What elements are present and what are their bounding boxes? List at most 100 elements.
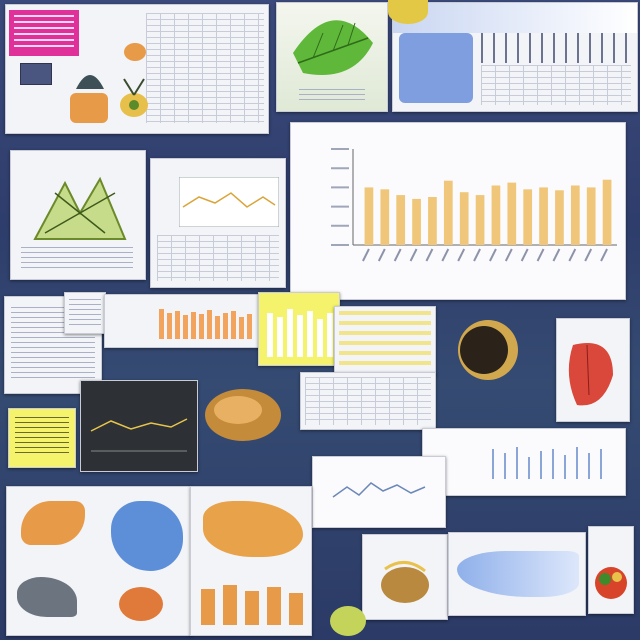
table-block bbox=[305, 377, 431, 425]
x-tick-label bbox=[441, 248, 450, 262]
panel-table-center bbox=[334, 306, 436, 376]
bar-chart bbox=[331, 148, 617, 262]
fruit-icon bbox=[76, 75, 104, 89]
panel-bottom-blue bbox=[448, 532, 586, 616]
mini-bar-chart bbox=[159, 309, 252, 339]
mini-column-plot bbox=[492, 447, 602, 479]
grey-shape bbox=[17, 577, 77, 617]
plant-icon bbox=[120, 78, 148, 117]
panel-table-right bbox=[300, 372, 436, 430]
bar bbox=[523, 189, 533, 245]
bar bbox=[412, 198, 421, 245]
x-tick-label bbox=[552, 248, 561, 262]
panel-bottom-fruit bbox=[588, 526, 634, 614]
x-tick-label bbox=[584, 248, 593, 262]
blue-wave bbox=[457, 551, 579, 597]
wave-plot bbox=[332, 482, 426, 498]
text-block bbox=[69, 299, 101, 327]
x-tick-label bbox=[536, 248, 545, 262]
orange-shape-2 bbox=[119, 587, 163, 621]
panel-yellow-chart bbox=[258, 292, 340, 366]
bar bbox=[428, 197, 437, 245]
caption-lines bbox=[299, 89, 365, 103]
x-tick-label bbox=[504, 248, 513, 262]
collage-canvas bbox=[0, 0, 640, 640]
device-icon bbox=[20, 63, 52, 85]
bar bbox=[507, 182, 517, 245]
bar bbox=[491, 185, 501, 245]
mini-bar bbox=[159, 309, 164, 339]
x-tick-label bbox=[600, 248, 608, 262]
mango-icon bbox=[205, 389, 281, 441]
x-tick-label bbox=[377, 248, 386, 262]
panel-red-chili bbox=[556, 318, 630, 422]
orange-box-icon bbox=[70, 93, 108, 123]
grass-icon bbox=[33, 176, 127, 240]
panel-yellow-note bbox=[8, 408, 76, 468]
panel-bottom-mango bbox=[362, 534, 448, 620]
panel-dark-plot bbox=[80, 380, 198, 472]
text-block bbox=[14, 15, 74, 51]
mini-bar bbox=[191, 312, 196, 339]
orange-shape bbox=[124, 43, 146, 61]
x-tick-label bbox=[362, 248, 370, 262]
chili-icon bbox=[568, 343, 613, 406]
fruit-basket-icon bbox=[595, 567, 627, 599]
mini-bar bbox=[231, 311, 236, 339]
bar bbox=[555, 190, 564, 245]
panel-mid-left-2 bbox=[64, 292, 106, 334]
mini-bar bbox=[167, 313, 172, 339]
bar bbox=[539, 187, 548, 245]
yellow-fruit-top bbox=[388, 0, 428, 24]
panel-bottom-center bbox=[190, 486, 312, 636]
table-block bbox=[339, 311, 431, 371]
bar bbox=[586, 187, 596, 245]
mini-bar bbox=[223, 313, 228, 339]
mini-bar bbox=[239, 317, 244, 339]
blue-figure bbox=[399, 33, 473, 103]
text-block bbox=[21, 247, 133, 271]
text-block bbox=[15, 417, 69, 457]
x-tick-label bbox=[489, 248, 497, 262]
mini-bar bbox=[199, 314, 204, 339]
table-block bbox=[146, 13, 264, 123]
bar bbox=[364, 187, 374, 245]
line-plot bbox=[179, 177, 279, 227]
yellow-bars bbox=[267, 309, 333, 357]
x-tick-label bbox=[425, 248, 434, 262]
panel-line-right bbox=[422, 428, 626, 496]
mini-bar bbox=[175, 311, 180, 339]
panel-leaf bbox=[276, 2, 388, 112]
x-tick-label bbox=[393, 248, 402, 262]
bar bbox=[602, 179, 612, 245]
table-block bbox=[157, 235, 279, 281]
bar bbox=[396, 195, 406, 245]
orange-map bbox=[203, 501, 303, 557]
mango-icon-2 bbox=[381, 561, 429, 603]
panel-grass bbox=[10, 150, 146, 280]
orange-columns bbox=[201, 585, 303, 625]
panel-line-center bbox=[312, 456, 446, 528]
x-tick-label bbox=[409, 248, 418, 262]
blue-map bbox=[111, 501, 183, 571]
table-cells bbox=[481, 65, 631, 105]
x-tick-label bbox=[473, 248, 481, 262]
x-tick-label bbox=[568, 248, 577, 262]
panel-orange-bars bbox=[104, 294, 262, 348]
blue-wave-banner bbox=[393, 3, 637, 33]
bar bbox=[475, 195, 485, 245]
table-header bbox=[481, 33, 631, 63]
panel-bottom-left bbox=[6, 486, 192, 636]
bar bbox=[570, 185, 580, 245]
dark-line-plot bbox=[90, 418, 188, 452]
orange-shape bbox=[21, 501, 85, 545]
panel-line-chart bbox=[150, 158, 286, 288]
bar bbox=[459, 192, 469, 245]
bar bbox=[380, 189, 390, 245]
mini-bar bbox=[215, 316, 220, 339]
bar bbox=[443, 180, 453, 245]
coconut-icon bbox=[458, 320, 518, 380]
panel-top-right bbox=[392, 2, 638, 112]
panel-top-left bbox=[5, 4, 269, 134]
x-tick-label bbox=[457, 248, 466, 262]
